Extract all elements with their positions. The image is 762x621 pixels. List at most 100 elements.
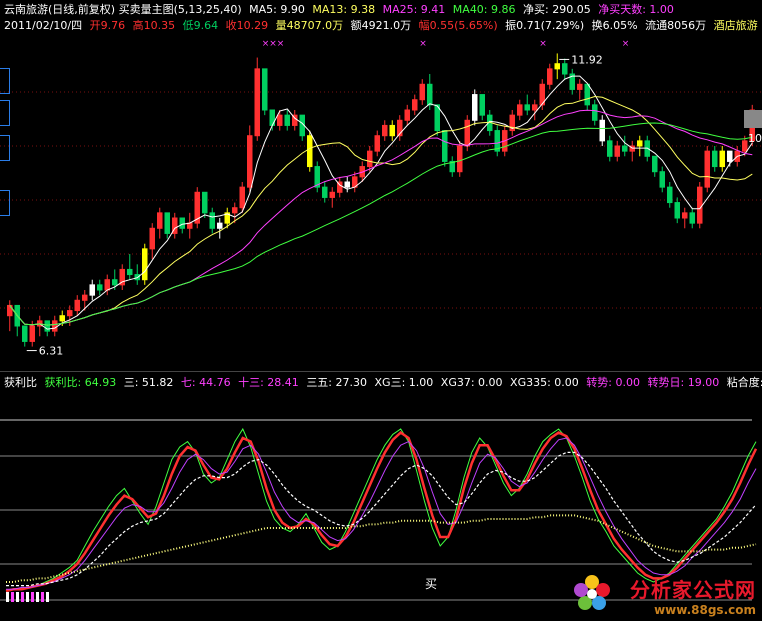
- high-price-label: 11.92: [571, 53, 603, 66]
- signal-cross: ×: [419, 39, 427, 49]
- signal-bar: [16, 592, 19, 602]
- candle-body: [82, 294, 88, 301]
- candle-body: [389, 124, 395, 137]
- candle-body: [412, 99, 418, 111]
- candle-body: [307, 135, 313, 168]
- candle-body: [29, 325, 35, 342]
- flower-logo-icon: [574, 575, 610, 610]
- chart-canvas[interactable]: × × × × × × 11.92 6.31 10 买: [0, 0, 762, 621]
- candle-body: [479, 94, 485, 116]
- candle-body: [254, 68, 260, 137]
- low-price-label: 6.31: [39, 345, 64, 358]
- ma40-line: [9, 122, 753, 326]
- signal-bar: [6, 592, 9, 602]
- candle-body: [547, 68, 553, 85]
- candle-body: [322, 186, 328, 198]
- signal-cross: ×: [277, 39, 285, 49]
- candle-body: [59, 315, 65, 322]
- candle-body: [277, 114, 283, 126]
- candle-body: [427, 83, 433, 106]
- candle-body: [682, 212, 688, 219]
- candle-body: [239, 186, 245, 209]
- candle-body: [217, 222, 223, 229]
- candle-body: [374, 135, 380, 152]
- candle-body: [704, 150, 710, 188]
- candle-body: [607, 140, 613, 157]
- candle-body: [697, 186, 703, 224]
- candle-body: [659, 171, 665, 188]
- signal-bar: [36, 592, 39, 602]
- candle-body: [689, 212, 695, 224]
- signal-bar: [41, 592, 44, 602]
- candle-body: [164, 212, 170, 234]
- signal-cross: ×: [539, 39, 547, 49]
- ma13-line: [9, 95, 753, 326]
- candle-body: [457, 145, 463, 173]
- signal-bar: [21, 592, 24, 602]
- candle-body: [187, 222, 193, 229]
- candle-body: [667, 186, 673, 204]
- price-marker: [744, 110, 762, 128]
- candle-body: [344, 181, 350, 188]
- candle-body: [67, 310, 73, 317]
- candle-body: [712, 150, 718, 168]
- candle-body: [284, 114, 290, 126]
- watermark-brand: 分析家公式网: [630, 578, 756, 602]
- candle-body: [149, 227, 155, 250]
- signal-cross: ×: [622, 39, 630, 49]
- candle-body: [637, 140, 643, 147]
- ma5-line: [9, 75, 753, 330]
- candle-body: [472, 94, 478, 121]
- candle-body: [592, 104, 598, 121]
- candle-body: [202, 191, 208, 214]
- candle-body: [727, 150, 733, 162]
- candle-body: [464, 119, 470, 147]
- buy-signal-label: 买: [425, 577, 437, 591]
- candle-body: [742, 140, 748, 152]
- candle-body: [112, 279, 118, 286]
- signal-bar: [46, 592, 49, 602]
- candle-body: [97, 284, 103, 291]
- candle-body: [22, 325, 28, 342]
- candle-body: [614, 145, 620, 157]
- candle-body: [442, 130, 448, 162]
- candle-body: [52, 320, 58, 332]
- candle-body: [524, 104, 530, 111]
- candle-body: [652, 155, 658, 173]
- candle-body: [532, 104, 538, 111]
- candle-body: [232, 207, 238, 214]
- candle-body: [404, 109, 410, 121]
- candle-body: [262, 68, 268, 111]
- watermark: 分析家公式网 www.88gs.com: [630, 574, 756, 617]
- signal-bar: [11, 592, 14, 602]
- right-price-label: 10: [748, 132, 762, 145]
- signal-cross: ×: [269, 39, 277, 49]
- candle-body: [74, 299, 80, 312]
- watermark-url: www.88gs.com: [654, 603, 756, 617]
- candle-body: [562, 63, 568, 75]
- candle-body: [719, 150, 725, 168]
- candle-body: [127, 268, 133, 276]
- candle-body: [622, 145, 628, 152]
- candle-body: [419, 83, 425, 101]
- signal-bar: [26, 592, 29, 602]
- candle-body: [142, 248, 148, 281]
- moving-average-layer: [9, 75, 753, 330]
- candle-body: [517, 104, 523, 116]
- candle-body: [584, 83, 590, 106]
- candle-body: [209, 212, 215, 229]
- signal-cross: ×: [262, 39, 270, 49]
- candle-body: [577, 83, 583, 90]
- candle-body: [89, 284, 95, 296]
- candle-body: [329, 191, 335, 198]
- candle-body: [554, 63, 560, 70]
- candle-body: [367, 150, 373, 168]
- candle-body: [599, 119, 605, 142]
- candle-body: [104, 279, 110, 291]
- signal-bar: [31, 592, 34, 602]
- candle-body: [247, 135, 253, 188]
- candle-body: [179, 217, 185, 229]
- candle-body: [157, 212, 163, 229]
- candle-body: [674, 202, 680, 219]
- candle-body: [382, 124, 388, 137]
